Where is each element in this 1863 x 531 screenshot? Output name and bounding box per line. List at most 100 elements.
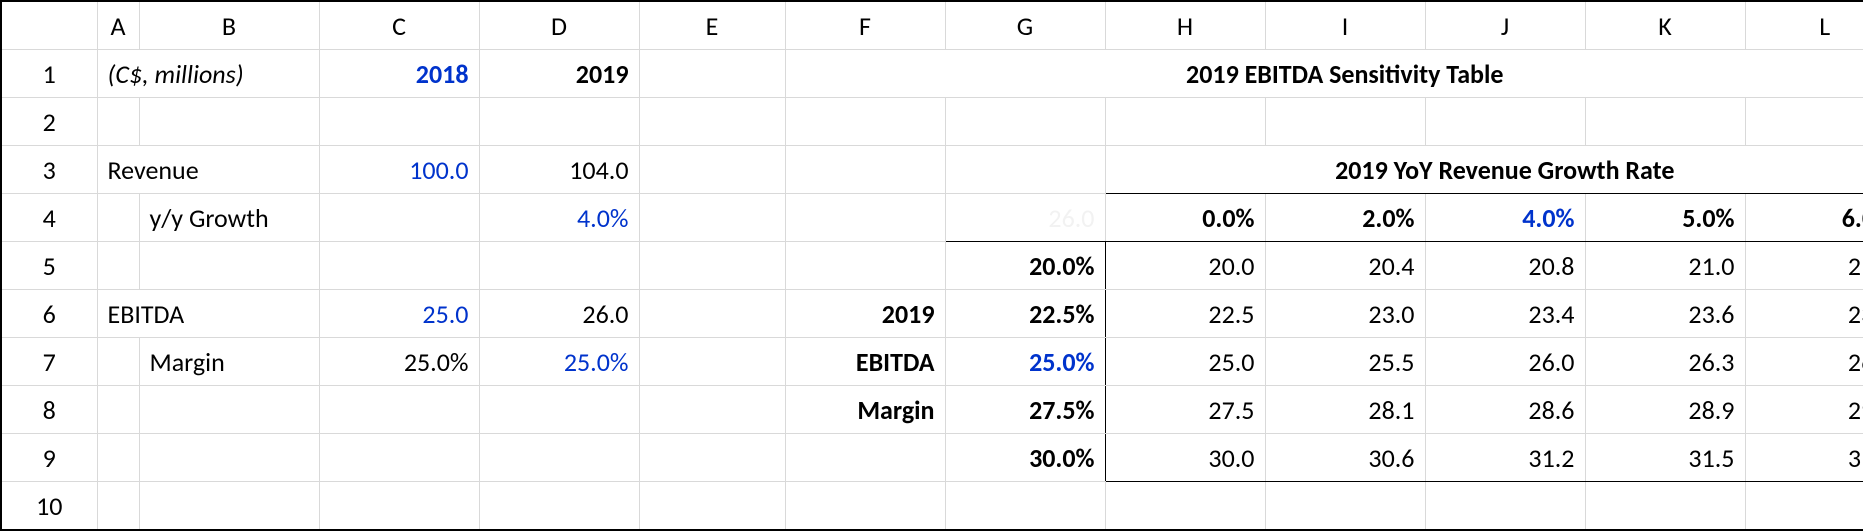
sens-row-h-3[interactable]: 27.5% bbox=[945, 386, 1105, 434]
cell-F10[interactable] bbox=[785, 482, 945, 531]
cell-revenue-label[interactable]: Revenue bbox=[97, 146, 319, 194]
col-header-D[interactable]: D bbox=[479, 1, 639, 50]
row-header-10[interactable]: 10 bbox=[1, 482, 97, 531]
sens-col-title[interactable]: 2019 YoY Revenue Growth Rate bbox=[1105, 146, 1863, 194]
col-header-C[interactable]: C bbox=[319, 1, 479, 50]
cell-revenue-2018[interactable]: 100.0 bbox=[319, 146, 479, 194]
cell-K10[interactable] bbox=[1585, 482, 1745, 531]
cell-ebitda-label[interactable]: EBITDA bbox=[97, 290, 319, 338]
sens-col-h-4[interactable]: 6.0% bbox=[1745, 194, 1863, 242]
sens-b-1-0[interactable]: 22.5 bbox=[1105, 290, 1265, 338]
sens-row-title-1[interactable]: 2019 bbox=[785, 290, 945, 338]
cell-C2[interactable] bbox=[319, 98, 479, 146]
col-header-L[interactable]: L bbox=[1745, 1, 1863, 50]
col-header-E[interactable]: E bbox=[639, 1, 785, 50]
sens-b-2-3[interactable]: 26.3 bbox=[1585, 338, 1745, 386]
sens-b-2-2[interactable]: 26.0 bbox=[1425, 338, 1585, 386]
sens-b-2-4[interactable]: 26.5 bbox=[1745, 338, 1863, 386]
cell-J2[interactable] bbox=[1425, 98, 1585, 146]
cell-E6[interactable] bbox=[639, 290, 785, 338]
cell-revenue-2019[interactable]: 104.0 bbox=[479, 146, 639, 194]
sens-col-h-3[interactable]: 5.0% bbox=[1585, 194, 1745, 242]
cell-A8[interactable] bbox=[97, 386, 139, 434]
cell-F3[interactable] bbox=[785, 146, 945, 194]
cell-D5[interactable] bbox=[479, 242, 639, 290]
cell-D8[interactable] bbox=[479, 386, 639, 434]
cell-E1[interactable] bbox=[639, 50, 785, 98]
sens-b-1-3[interactable]: 23.6 bbox=[1585, 290, 1745, 338]
cell-E10[interactable] bbox=[639, 482, 785, 531]
row-header-1[interactable]: 1 bbox=[1, 50, 97, 98]
row-header-9[interactable]: 9 bbox=[1, 434, 97, 482]
sens-row-title-3[interactable]: Margin bbox=[785, 386, 945, 434]
sens-b-4-2[interactable]: 31.2 bbox=[1425, 434, 1585, 482]
cell-H10[interactable] bbox=[1105, 482, 1265, 531]
cell-A9[interactable] bbox=[97, 434, 139, 482]
sens-b-4-0[interactable]: 30.0 bbox=[1105, 434, 1265, 482]
row-header-7[interactable]: 7 bbox=[1, 338, 97, 386]
cell-B9[interactable] bbox=[139, 434, 319, 482]
col-header-I[interactable]: I bbox=[1265, 1, 1425, 50]
cell-year-2018[interactable]: 2018 bbox=[319, 50, 479, 98]
cell-I10[interactable] bbox=[1265, 482, 1425, 531]
cell-B5[interactable] bbox=[139, 242, 319, 290]
cell-E9[interactable] bbox=[639, 434, 785, 482]
cell-L10[interactable] bbox=[1745, 482, 1863, 531]
row-header-4[interactable]: 4 bbox=[1, 194, 97, 242]
row-header-5[interactable]: 5 bbox=[1, 242, 97, 290]
row-header-2[interactable]: 2 bbox=[1, 98, 97, 146]
cell-I2[interactable] bbox=[1265, 98, 1425, 146]
cell-B8[interactable] bbox=[139, 386, 319, 434]
cell-F5[interactable] bbox=[785, 242, 945, 290]
cell-G10[interactable] bbox=[945, 482, 1105, 531]
cell-E3[interactable] bbox=[639, 146, 785, 194]
cell-ebitda-2019[interactable]: 26.0 bbox=[479, 290, 639, 338]
cell-C5[interactable] bbox=[319, 242, 479, 290]
cell-A2[interactable] bbox=[97, 98, 139, 146]
col-header-G[interactable]: G bbox=[945, 1, 1105, 50]
cell-A10[interactable] bbox=[97, 482, 139, 531]
sens-b-4-4[interactable]: 31.8 bbox=[1745, 434, 1863, 482]
cell-D2[interactable] bbox=[479, 98, 639, 146]
sens-col-h-1[interactable]: 2.0% bbox=[1265, 194, 1425, 242]
sens-row-title-2[interactable]: EBITDA bbox=[785, 338, 945, 386]
col-header-F[interactable]: F bbox=[785, 1, 945, 50]
cell-K2[interactable] bbox=[1585, 98, 1745, 146]
col-header-A[interactable]: A bbox=[97, 1, 139, 50]
cell-L2[interactable] bbox=[1745, 98, 1863, 146]
cell-units-label[interactable]: (C$, millions) bbox=[97, 50, 319, 98]
cell-E2[interactable] bbox=[639, 98, 785, 146]
cell-F9[interactable] bbox=[785, 434, 945, 482]
cell-A5[interactable] bbox=[97, 242, 139, 290]
sens-ghost-cell[interactable]: 26.0 bbox=[945, 194, 1105, 242]
col-header-K[interactable]: K bbox=[1585, 1, 1745, 50]
cell-A4[interactable] bbox=[97, 194, 139, 242]
sens-b-0-4[interactable]: 21.2 bbox=[1745, 242, 1863, 290]
sens-b-1-2[interactable]: 23.4 bbox=[1425, 290, 1585, 338]
cell-yoy-2019[interactable]: 4.0% bbox=[479, 194, 639, 242]
sens-b-0-2[interactable]: 20.8 bbox=[1425, 242, 1585, 290]
sens-title[interactable]: 2019 EBITDA Sensitivity Table bbox=[785, 50, 1863, 98]
col-header-H[interactable]: H bbox=[1105, 1, 1265, 50]
sens-b-3-2[interactable]: 28.6 bbox=[1425, 386, 1585, 434]
cell-B10[interactable] bbox=[139, 482, 319, 531]
sens-b-3-4[interactable]: 29.2 bbox=[1745, 386, 1863, 434]
sens-col-h-0[interactable]: 0.0% bbox=[1105, 194, 1265, 242]
cell-G2[interactable] bbox=[945, 98, 1105, 146]
cell-yoy-label[interactable]: y/y Growth bbox=[139, 194, 319, 242]
sens-b-0-0[interactable]: 20.0 bbox=[1105, 242, 1265, 290]
cell-H2[interactable] bbox=[1105, 98, 1265, 146]
sens-b-0-1[interactable]: 20.4 bbox=[1265, 242, 1425, 290]
cell-year-2019[interactable]: 2019 bbox=[479, 50, 639, 98]
cell-C10[interactable] bbox=[319, 482, 479, 531]
sens-b-2-1[interactable]: 25.5 bbox=[1265, 338, 1425, 386]
sens-b-3-1[interactable]: 28.1 bbox=[1265, 386, 1425, 434]
sens-b-4-1[interactable]: 30.6 bbox=[1265, 434, 1425, 482]
sens-b-1-4[interactable]: 23.9 bbox=[1745, 290, 1863, 338]
sens-b-4-3[interactable]: 31.5 bbox=[1585, 434, 1745, 482]
sens-col-h-2[interactable]: 4.0% bbox=[1425, 194, 1585, 242]
cell-E7[interactable] bbox=[639, 338, 785, 386]
sens-row-h-4[interactable]: 30.0% bbox=[945, 434, 1105, 482]
cell-F2[interactable] bbox=[785, 98, 945, 146]
sens-row-h-0[interactable]: 20.0% bbox=[945, 242, 1105, 290]
